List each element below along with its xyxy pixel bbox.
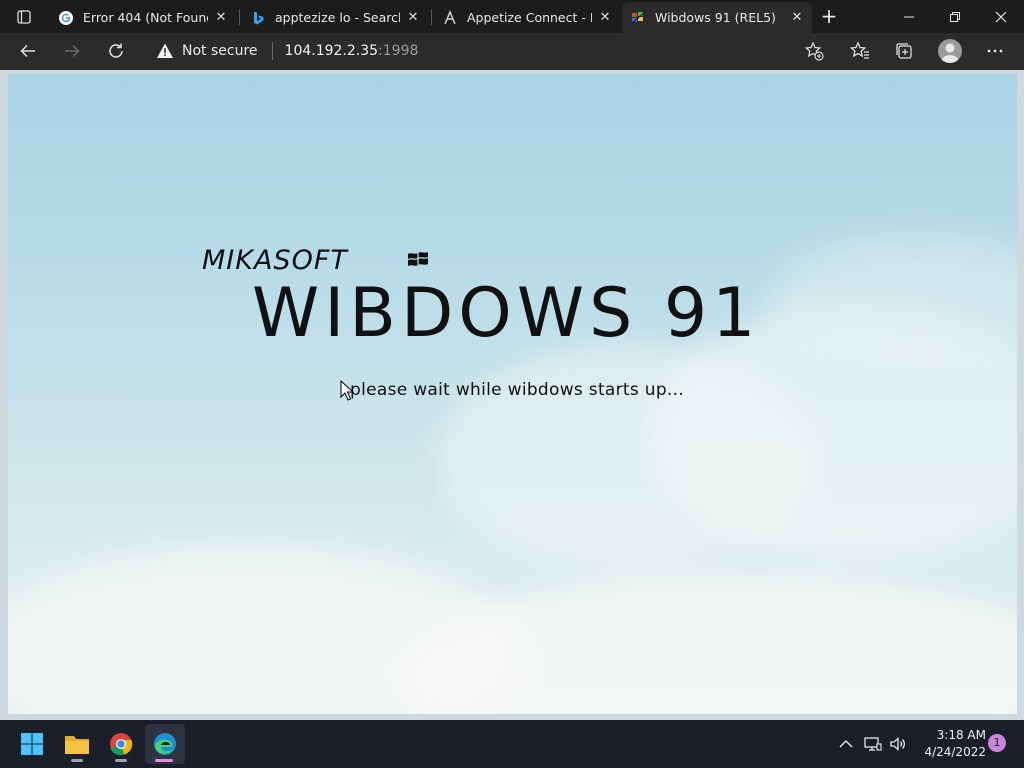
tab-close-icon[interactable]: ✕ xyxy=(790,10,804,25)
minimize-button[interactable] xyxy=(886,0,932,33)
security-label[interactable]: Not secure xyxy=(182,43,258,59)
brand-small-title: MIKASOFT xyxy=(202,245,348,276)
new-tab-button[interactable]: + xyxy=(818,5,840,27)
collections-button[interactable] xyxy=(889,37,919,65)
bing-icon xyxy=(250,10,266,26)
tab-strip: Error 404 (Not Found)!! ✕ apptezize lo -… xyxy=(0,0,1024,33)
tab-title: Appetize Connect - Log xyxy=(467,10,592,25)
address-divider xyxy=(271,42,273,60)
notification-badge[interactable]: 1 xyxy=(988,734,1006,752)
warning-icon[interactable] xyxy=(156,42,174,60)
start-icon xyxy=(21,733,43,755)
url-host[interactable]: 104.192.2.35 xyxy=(285,43,379,59)
clock[interactable]: 3:18 AM 4/24/2022 xyxy=(912,727,986,761)
edge-button[interactable] xyxy=(145,724,185,764)
file-explorer-button[interactable] xyxy=(57,724,97,764)
tab-bing-search[interactable]: apptezize lo - Search ✕ xyxy=(242,2,428,33)
network-icon xyxy=(864,737,882,751)
startup-status-message: please wait while wibdows starts up... xyxy=(350,380,685,400)
file-explorer-icon xyxy=(65,736,89,754)
running-indicator xyxy=(115,759,127,762)
page-viewport: MIKASOFT WIBDOWS 91 please wait while wi… xyxy=(0,70,1024,720)
tab-wibdows-91[interactable]: Wibdows 91 (REL5) ✕ xyxy=(622,2,812,33)
edge-icon xyxy=(154,733,176,755)
taskbar: 3:18 AM 4/24/2022 1 xyxy=(0,720,1024,768)
start-button[interactable] xyxy=(12,724,52,764)
user-icon xyxy=(941,43,959,63)
tab-close-icon[interactable]: ✕ xyxy=(598,10,612,25)
favorites-button[interactable] xyxy=(845,37,875,65)
settings-menu-button[interactable] xyxy=(980,37,1010,65)
restore-icon xyxy=(950,11,960,22)
chevron-up-icon xyxy=(839,740,853,748)
back-button[interactable] xyxy=(13,37,43,65)
clock-date: 4/24/2022 xyxy=(924,745,986,759)
network-button[interactable] xyxy=(862,732,884,756)
restore-button[interactable] xyxy=(932,0,978,33)
tab-title: Wibdows 91 (REL5) xyxy=(655,10,776,25)
close-icon xyxy=(995,11,1007,22)
refresh-button[interactable] xyxy=(101,37,131,65)
sky-background: MIKASOFT WIBDOWS 91 please wait while wi… xyxy=(8,74,1017,714)
chrome-icon xyxy=(110,733,133,756)
add-favorite-button[interactable] xyxy=(804,41,824,61)
tab-actions-icon xyxy=(17,10,31,24)
tab-appetize-connect[interactable]: Appetize Connect - Log ✕ xyxy=(434,2,620,33)
google-icon xyxy=(58,10,74,26)
minimize-icon xyxy=(904,16,914,17)
volume-button[interactable] xyxy=(887,732,909,756)
collections-icon xyxy=(896,43,912,59)
volume-icon xyxy=(890,737,905,751)
active-indicator xyxy=(155,759,173,762)
tab-close-icon[interactable]: ✕ xyxy=(214,10,228,25)
tab-error-404[interactable]: Error 404 (Not Found)!! ✕ xyxy=(50,2,236,33)
wibdows-logo-icon xyxy=(407,252,429,266)
forward-button[interactable] xyxy=(57,37,87,65)
chrome-button[interactable] xyxy=(101,724,141,764)
clock-time: 3:18 AM xyxy=(936,728,986,742)
wibdows-icon xyxy=(630,10,646,26)
star-add-icon xyxy=(804,41,824,61)
browser-toolbar: Not secure 104.192.2.35 :1998 xyxy=(0,33,1024,70)
back-arrow-icon xyxy=(20,44,35,58)
mouse-cursor-icon xyxy=(340,380,354,401)
close-window-button[interactable] xyxy=(978,0,1024,33)
appetize-icon xyxy=(442,9,458,26)
brand-large-title: WIBDOWS 91 xyxy=(252,274,761,353)
url-port[interactable]: :1998 xyxy=(378,43,418,59)
tab-title: Error 404 (Not Found)!! xyxy=(83,10,208,25)
show-hidden-icons-button[interactable] xyxy=(835,732,857,756)
favorites-icon xyxy=(850,41,869,59)
tab-actions-button[interactable] xyxy=(8,6,40,28)
running-indicator xyxy=(71,759,83,762)
tab-title: apptezize lo - Search xyxy=(275,10,400,25)
refresh-icon xyxy=(109,43,123,58)
more-options-icon xyxy=(987,49,1003,53)
forward-arrow-icon xyxy=(65,44,80,58)
tab-separator xyxy=(431,9,432,25)
address-bar[interactable]: Not secure 104.192.2.35 :1998 xyxy=(146,36,836,66)
plus-icon: + xyxy=(820,4,838,28)
tab-close-icon[interactable]: ✕ xyxy=(406,10,420,25)
tab-separator xyxy=(239,9,240,25)
profile-avatar[interactable] xyxy=(938,39,962,63)
